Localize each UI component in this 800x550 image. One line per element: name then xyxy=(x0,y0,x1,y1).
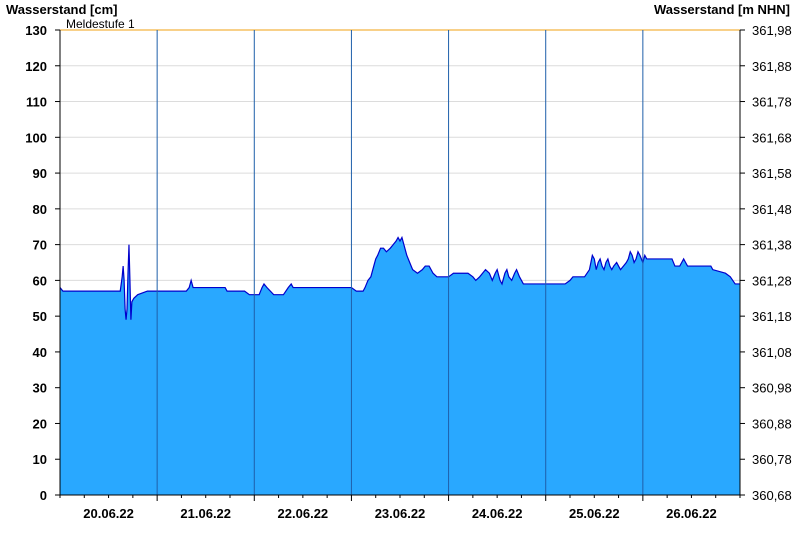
x-tick-label-3: 23.06.22 xyxy=(375,506,426,521)
x-tick-label-2: 22.06.22 xyxy=(278,506,329,521)
y-tick-label-left-0: 0 xyxy=(40,488,47,503)
y-tick-label-right-6: 361,28 xyxy=(752,273,792,288)
y-tick-label-left-60: 60 xyxy=(33,273,47,288)
reference-lines: Meldestufe 1 xyxy=(60,17,740,31)
y-tick-label-left-100: 100 xyxy=(25,130,47,145)
y-tick-label-right-13: 361,98 xyxy=(752,23,792,38)
x-ticks: 20.06.22 21.06.22 22.06.22 23.06.22 24.06.22… xyxy=(59,495,741,521)
y-tick-label-right-8: 361,48 xyxy=(752,202,792,217)
y-tick-label-left-20: 20 xyxy=(33,416,47,431)
y-tick-label-right-10: 361,68 xyxy=(752,130,792,145)
left-y-ticks: 0 10 20 30 40 50 60 70 80 90 100 110 120 130 xyxy=(25,23,60,503)
y-tick-label-left-80: 80 xyxy=(33,202,47,217)
x-tick-label-0: 20.06.22 xyxy=(83,506,134,521)
y-tick-label-left-120: 120 xyxy=(25,59,47,74)
y-tick-label-right-7: 361,38 xyxy=(752,238,792,253)
reference-label-0: Meldestufe 1 xyxy=(66,17,135,31)
y-tick-label-left-130: 130 xyxy=(25,23,47,38)
y-tick-label-right-2: 360,88 xyxy=(752,416,792,431)
x-tick-label-4: 24.06.22 xyxy=(472,506,523,521)
right-axis-title: Wasserstand [m NHN] xyxy=(654,2,790,17)
x-tick-label-1: 21.06.22 xyxy=(180,506,231,521)
x-tick-label-5: 25.06.22 xyxy=(569,506,620,521)
y-tick-label-right-9: 361,58 xyxy=(752,166,792,181)
water-level-chart: Wasserstand [cm] Wasserstand [m NHN] Mel… xyxy=(6,2,792,521)
y-tick-label-left-90: 90 xyxy=(33,166,47,181)
y-tick-label-right-3: 360,98 xyxy=(752,381,792,396)
y-tick-label-left-50: 50 xyxy=(33,309,47,324)
y-tick-label-right-12: 361,88 xyxy=(752,59,792,74)
x-tick-label-6: 26.06.22 xyxy=(666,506,717,521)
y-tick-label-right-1: 360,78 xyxy=(752,452,792,467)
y-tick-label-left-70: 70 xyxy=(33,238,47,253)
left-axis-title: Wasserstand [cm] xyxy=(6,2,118,17)
y-tick-label-right-4: 361,08 xyxy=(752,345,792,360)
y-tick-label-right-0: 360,68 xyxy=(752,488,792,503)
right-y-ticks: 360,68 360,78 360,88 360,98 361,08 361,18 361,… xyxy=(740,23,792,503)
y-tick-label-left-110: 110 xyxy=(26,95,47,110)
y-tick-label-right-11: 361,78 xyxy=(752,95,792,110)
y-tick-label-left-40: 40 xyxy=(33,345,47,360)
y-tick-label-right-5: 361,18 xyxy=(752,309,792,324)
y-tick-label-left-10: 10 xyxy=(33,452,47,467)
y-tick-label-left-30: 30 xyxy=(33,381,47,396)
